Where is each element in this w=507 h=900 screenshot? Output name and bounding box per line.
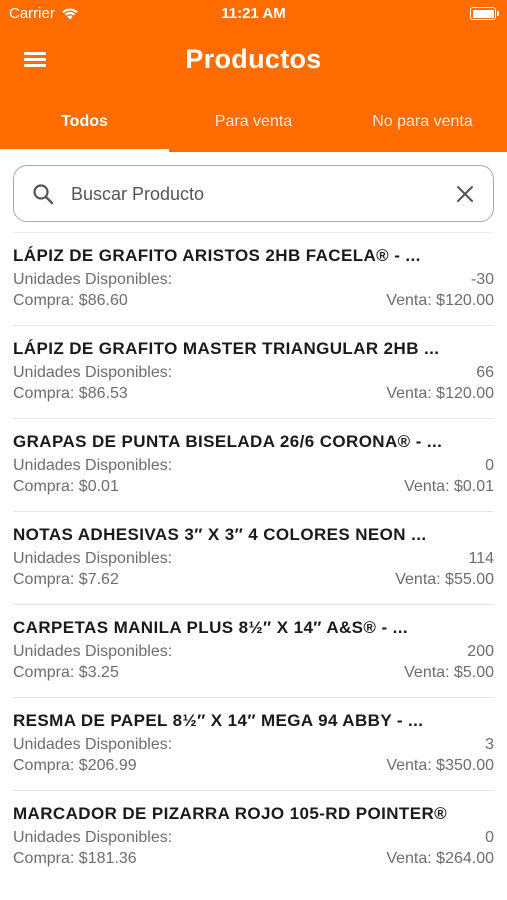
product-name: RESMA DE PAPEL 8½″ X 14″ MEGA 94 ABBY - …: [13, 711, 424, 730]
product-name: LÁPIZ DE GRAFITO ARISTOS 2HB FACELA® - .…: [13, 246, 421, 265]
units-label: Unidades Disponibles:: [13, 364, 173, 381]
page-title: Productos: [185, 44, 322, 74]
product-list-item[interactable]: NOTAS ADHESIVAS 3″ X 3″ 4 COLORES NEON .…: [13, 511, 494, 604]
product-list-item[interactable]: GRAPAS DE PUNTA BISELADA 26/6 CORONA® - …: [13, 418, 494, 511]
purchase-price: Compra: $0.01: [13, 478, 119, 495]
product-name: NOTAS ADHESIVAS 3″ X 3″ 4 COLORES NEON .…: [13, 525, 427, 544]
units-label: Unidades Disponibles:: [13, 271, 173, 288]
units-value: 66: [476, 364, 494, 381]
units-label: Unidades Disponibles:: [13, 829, 173, 846]
tab-todos[interactable]: Todos: [0, 100, 169, 152]
units-value: 114: [468, 550, 494, 567]
product-list-item[interactable]: MARCADOR DE PIZARRA ROJO 105-RD POINTER®…: [13, 790, 494, 883]
purchase-price: Compra: $7.62: [13, 571, 119, 588]
sale-price: Venta: $350.00: [386, 757, 494, 774]
clear-search-icon[interactable]: [454, 183, 476, 205]
purchase-price: Compra: $3.25: [13, 664, 119, 681]
units-value: 0: [485, 457, 494, 474]
app-header: Carrier 11:21 AM Productos Todos Para ve…: [0, 0, 507, 152]
tab-no-para-venta[interactable]: No para venta: [338, 100, 507, 152]
sale-price: Venta: $55.00: [395, 571, 494, 588]
search-input[interactable]: [71, 178, 441, 210]
units-label: Unidades Disponibles:: [13, 457, 173, 474]
product-list: LÁPIZ DE GRAFITO ARISTOS 2HB FACELA® - .…: [13, 232, 494, 883]
purchase-price: Compra: $181.36: [13, 850, 137, 867]
search-icon: [33, 184, 54, 205]
units-label: Unidades Disponibles:: [13, 643, 173, 660]
product-list-item[interactable]: RESMA DE PAPEL 8½″ X 14″ MEGA 94 ABBY - …: [13, 697, 494, 790]
tab-bar: Todos Para venta No para venta: [0, 100, 507, 152]
units-value: -30: [470, 271, 494, 288]
units-value: 200: [467, 643, 494, 660]
product-name: LÁPIZ DE GRAFITO MASTER TRIANGULAR 2HB .…: [13, 339, 440, 358]
product-list-item[interactable]: CARPETAS MANILA PLUS 8½″ X 14″ A&S® - ..…: [13, 604, 494, 697]
product-list-item[interactable]: LÁPIZ DE GRAFITO MASTER TRIANGULAR 2HB .…: [13, 325, 494, 418]
product-name: CARPETAS MANILA PLUS 8½″ X 14″ A&S® - ..…: [13, 618, 409, 637]
units-label: Unidades Disponibles:: [13, 736, 173, 753]
tab-para-venta[interactable]: Para venta: [169, 100, 338, 152]
purchase-price: Compra: $86.60: [13, 292, 128, 309]
product-name: GRAPAS DE PUNTA BISELADA 26/6 CORONA® - …: [13, 432, 443, 451]
sale-price: Venta: $0.01: [404, 478, 494, 495]
units-label: Unidades Disponibles:: [13, 550, 173, 567]
sale-price: Venta: $120.00: [386, 385, 494, 402]
product-name: MARCADOR DE PIZARRA ROJO 105-RD POINTER®: [13, 804, 448, 823]
sale-price: Venta: $5.00: [404, 664, 494, 681]
sale-price: Venta: $264.00: [386, 850, 494, 867]
status-bar: Carrier 11:21 AM: [0, 0, 507, 30]
search-bar: [13, 165, 494, 222]
units-value: 0: [485, 829, 494, 846]
purchase-price: Compra: $206.99: [13, 757, 137, 774]
purchase-price: Compra: $86.53: [13, 385, 128, 402]
battery-icon: [470, 7, 499, 20]
status-time: 11:21 AM: [221, 5, 286, 22]
product-list-item[interactable]: LÁPIZ DE GRAFITO ARISTOS 2HB FACELA® - .…: [13, 232, 494, 325]
units-value: 3: [485, 736, 494, 753]
sale-price: Venta: $120.00: [386, 292, 494, 309]
